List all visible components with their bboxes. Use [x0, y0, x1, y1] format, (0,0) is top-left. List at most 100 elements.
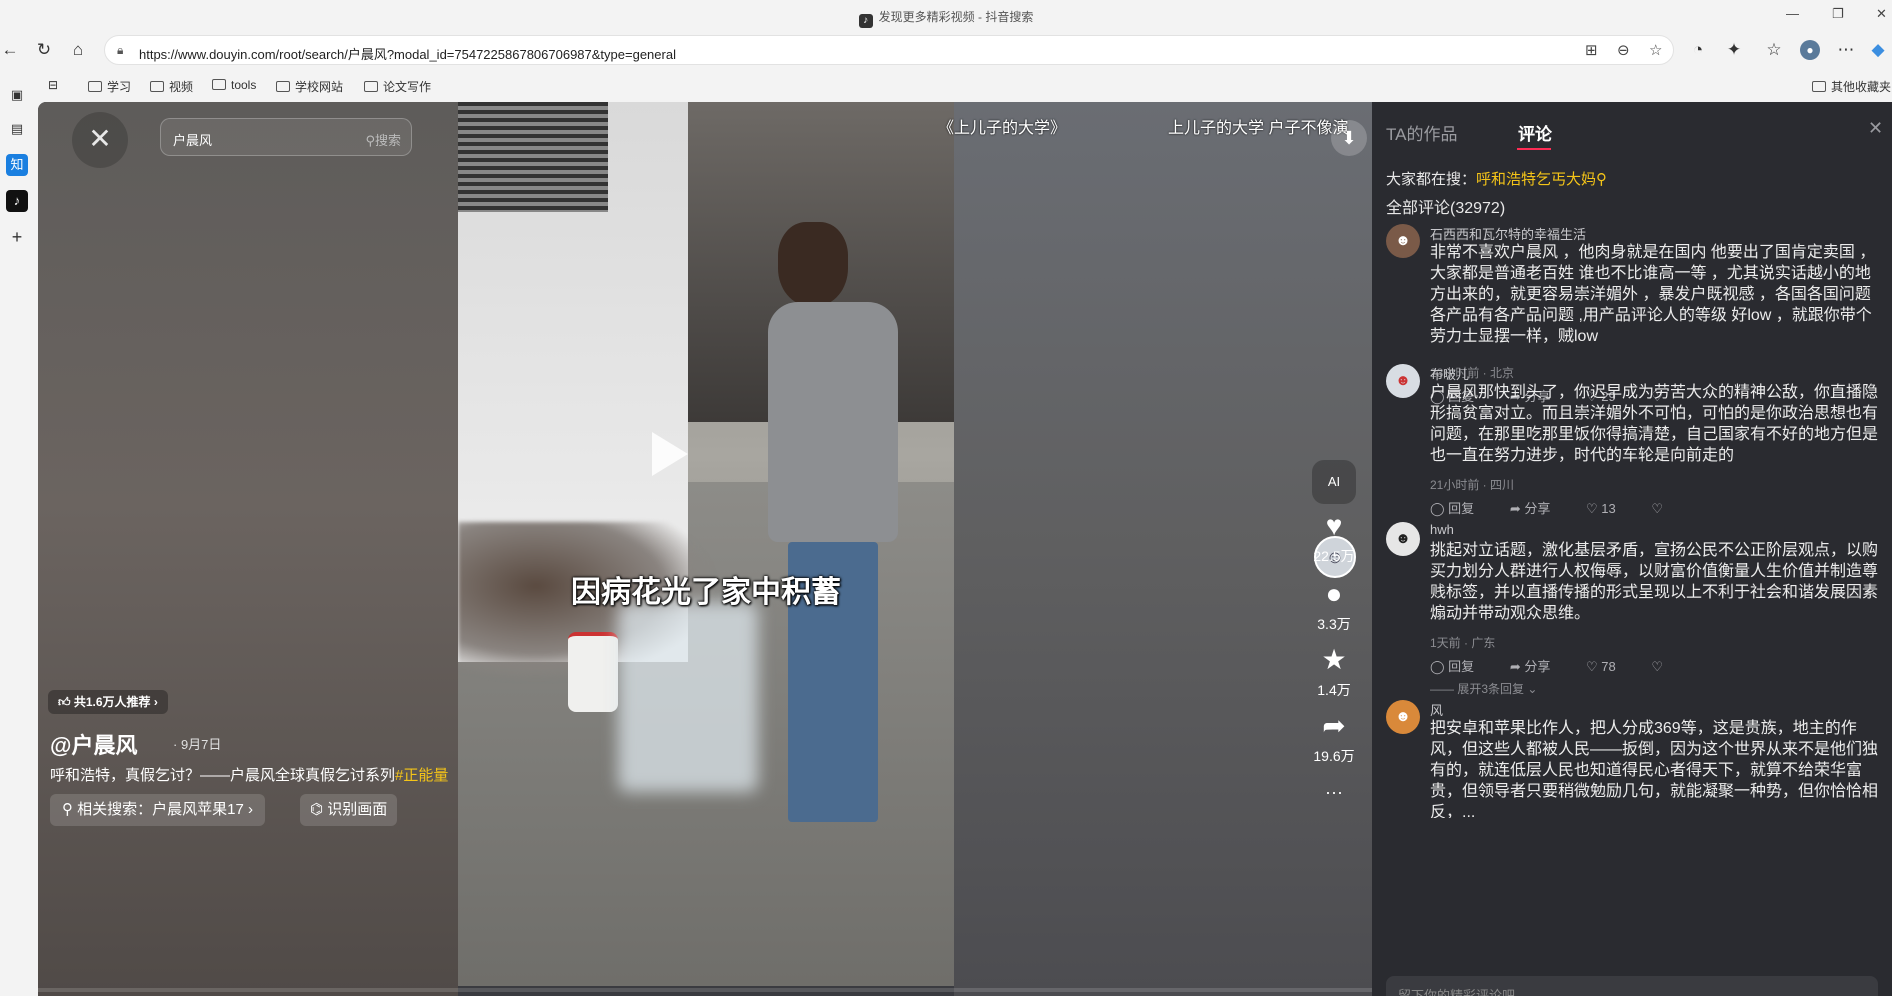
avatar[interactable]: ☻ — [1386, 364, 1420, 398]
comment-actions: ◯ 回复 ➦ 分享 ♡ 13 ♡ — [1430, 498, 1679, 517]
progress-bar[interactable] — [38, 988, 1372, 992]
comment-icon: ● — [1325, 578, 1343, 609]
favorite-count: 1.4万 — [1317, 682, 1351, 698]
related-search-button[interactable]: ⚲ 相关搜索：户晨风苹果17 › — [50, 794, 266, 826]
avatar[interactable]: ☻ — [1386, 522, 1420, 556]
other-bookmarks[interactable]: 其他收藏夹 — [1812, 78, 1891, 95]
reply-button[interactable]: ◯ 回复 — [1430, 659, 1490, 674]
collections-icon[interactable]: ☆ — [1764, 40, 1784, 60]
like-comment-button[interactable]: ♡ 13 — [1586, 501, 1632, 516]
dislike-icon[interactable]: ♡ — [1651, 501, 1663, 516]
dislike-icon[interactable]: ♡ — [1651, 659, 1663, 674]
reply-button[interactable]: ◯ 回复 — [1430, 501, 1490, 516]
zhihu-icon[interactable]: 知 — [6, 154, 28, 176]
lock-icon[interactable]: 🔒︎ — [117, 43, 123, 58]
comment-input[interactable]: 留下你的精彩评论吧 — [1386, 976, 1878, 996]
download-icon[interactable]: ⬇ — [1331, 120, 1367, 156]
zoom-icon[interactable]: ⊖ — [1617, 41, 1630, 59]
search-query[interactable]: 户晨风 — [173, 130, 212, 149]
share-comment-button[interactable]: ➦ 分享 — [1510, 659, 1567, 674]
search-icon: ⚲ — [62, 801, 78, 818]
video-blinds — [458, 102, 608, 212]
comment-username[interactable]: 布啵儿 — [1430, 364, 1469, 383]
more-icon[interactable]: ⋯ — [1836, 40, 1856, 60]
video-player[interactable]: 因病花光了家中积蓄 ✕ 户晨风 ⚲搜索 《上儿子的大学》 上儿子的大学 户子不像… — [38, 102, 1372, 996]
tab-comments[interactable]: 评论 — [1518, 120, 1552, 145]
search-button[interactable]: ⚲搜索 — [365, 130, 401, 149]
folder-icon — [364, 81, 378, 92]
folder-icon — [276, 81, 290, 92]
player-search-box[interactable]: 户晨风 ⚲搜索 — [160, 118, 412, 156]
refresh-icon[interactable]: ↻ — [34, 40, 54, 60]
close-player-button[interactable]: ✕ — [72, 112, 128, 168]
favorite-icon[interactable]: ☆ — [1649, 41, 1662, 59]
calendar-icon[interactable]: ▤ — [6, 118, 28, 140]
comment-meta: 1天前 · 广东 — [1430, 636, 1496, 650]
folder-icon — [212, 79, 226, 90]
video-subtitle: 因病花光了家中积蓄 — [571, 575, 841, 610]
share-comment-button[interactable]: ➦ 分享 — [1510, 501, 1567, 516]
search-icon: ⚲ — [365, 133, 375, 148]
puzzle-icon[interactable]: ✦ — [1724, 40, 1744, 60]
comment-username[interactable]: 风 — [1430, 700, 1443, 719]
extension-icon[interactable]: ◔ — [1688, 40, 1708, 60]
identify-frame-button[interactable]: ⌬ 识别画面 — [300, 794, 398, 826]
play-icon[interactable] — [652, 432, 688, 476]
share-button[interactable]: ➦ 19.6万 — [1306, 708, 1362, 766]
comment-button[interactable]: ● 3.3万 — [1306, 576, 1362, 634]
total-comments: 全部评论(32972) — [1386, 200, 1506, 217]
copilot-icon[interactable]: ◆ — [1868, 40, 1888, 60]
url-text[interactable]: https://www.douyin.com/root/search/户晨风?m… — [139, 44, 676, 63]
expand-replies-button[interactable]: —— 展开3条回复 ⌄ — [1430, 680, 1537, 697]
recommend-badge[interactable]: 👍︎ 共1.6万人推荐 › — [48, 690, 168, 714]
navigation-bar: ← ↻ ⌂ 🔒︎ https://www.douyin.com/root/sea… — [0, 30, 1892, 70]
bookmark-item[interactable]: 视频 — [150, 78, 193, 95]
favorite-button[interactable]: ★ 1.4万 — [1306, 642, 1362, 700]
window-title: ♪ 发现更多精彩视频 - 抖音搜索 — [0, 8, 1892, 28]
bookmark-item[interactable]: 学习 — [88, 78, 131, 95]
heart-icon: ♥ — [1325, 510, 1343, 541]
close-window-button[interactable]: ✕ — [1876, 6, 1887, 22]
back-icon[interactable]: ← — [0, 40, 20, 60]
minimize-button[interactable]: — — [1786, 6, 1799, 21]
comment-actions: ◯ 回复 ➦ 分享 ♡ 78 ♡ — [1430, 656, 1679, 675]
add-icon[interactable]: + — [6, 226, 28, 248]
profile-icon[interactable]: ● — [1800, 40, 1820, 60]
bookmark-item[interactable]: 论文写作 — [364, 78, 431, 95]
hashtag-link[interactable]: #正能量 — [395, 767, 448, 784]
avatar[interactable]: ☻ — [1386, 700, 1420, 734]
edge-sidebar: ▣ ▤ 知 ♪ + — [0, 70, 36, 996]
home-icon[interactable]: ⌂ — [68, 40, 88, 60]
bookmark-item[interactable]: tools — [212, 78, 256, 92]
post-date: · 9月7日 — [173, 737, 222, 752]
video-bottle — [568, 632, 618, 712]
comment-username[interactable]: hwh — [1430, 522, 1454, 537]
comment-meta: 21小时前 · 四川 — [1430, 478, 1515, 492]
like-comment-button[interactable]: ♡ 78 — [1586, 659, 1632, 674]
tab-actions-icon[interactable]: ▣ — [6, 84, 28, 106]
comments-panel: TA的作品 评论 ✕ 大家都在搜：呼和浩特乞丐大妈⚲ 全部评论(32972) ☻… — [1372, 102, 1892, 996]
author-name[interactable]: @户晨风 — [50, 728, 137, 760]
close-panel-icon[interactable]: ✕ — [1868, 118, 1883, 139]
address-bar[interactable]: 🔒︎ https://www.douyin.com/root/search/户晨… — [104, 35, 1674, 65]
like-button[interactable]: ♥ 22.5万 — [1306, 508, 1362, 566]
like-count: 22.5万 — [1313, 548, 1355, 564]
reading-list-icon[interactable]: ⊟ — [48, 78, 58, 92]
comment-text: 户晨风那快到头了，你迟早成为劳苦大众的精神公敌，你直播隐形搞贫富对立。而且崇洋媚… — [1430, 384, 1879, 464]
more-button[interactable]: ··· — [1306, 774, 1362, 810]
video-description: 呼和浩特，真假乞讨？——户晨风全球真假乞讨系列#正能量 — [50, 767, 449, 784]
video-frame[interactable]: 因病花光了家中积蓄 — [458, 102, 954, 986]
video-caption-left: 《上儿子的大学》 — [938, 120, 1067, 137]
comment-username[interactable]: 石西西和瓦尔特的幸福生活 — [1430, 224, 1586, 243]
more-icon: ··· — [1325, 782, 1343, 802]
tab-author-works[interactable]: TA的作品 — [1386, 120, 1457, 145]
ai-button[interactable]: AI — [1312, 460, 1356, 504]
trending-term-link[interactable]: 呼和浩特乞丐大妈 — [1476, 171, 1596, 188]
bookmark-item[interactable]: 学校网站 — [276, 78, 343, 95]
thumbs-up-icon: 👍︎ — [58, 695, 74, 709]
maximize-button[interactable]: ❐ — [1832, 6, 1844, 22]
douyin-icon[interactable]: ♪ — [6, 190, 28, 212]
douyin-tab-icon: ♪ — [858, 14, 873, 28]
app-icon[interactable]: ⊞ — [1585, 41, 1598, 59]
avatar[interactable]: ☻ — [1386, 224, 1420, 258]
